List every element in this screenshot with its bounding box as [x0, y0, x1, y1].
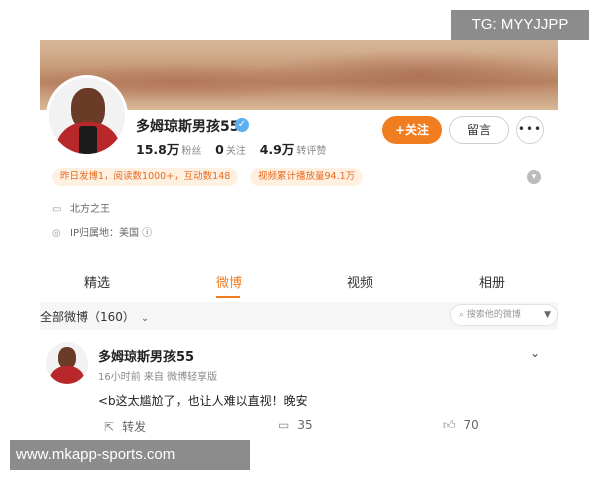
comment-button[interactable]: ▭ 35 [278, 418, 313, 432]
profile-stats: 15.8万 粉丝 0 关注 4.9万 转评赞 [136, 139, 336, 158]
profile-avatar[interactable] [46, 75, 128, 157]
profile-page: 多姆琼斯男孩55 ✓ 15.8万 粉丝 0 关注 4.9万 转评赞 +关注 留言 ••… [40, 40, 558, 440]
search-placeholder: 搜索他的微博 [466, 310, 521, 320]
share-icon: ⇱ [104, 420, 115, 434]
avatar-jersey-stripe [79, 126, 97, 154]
activity-badge[interactable]: 昨日发博1，阅读数1000+，互动数148 [52, 168, 239, 186]
post-author-avatar[interactable] [46, 342, 88, 384]
followers-label: 粉丝 [181, 146, 202, 157]
filter-bar: 全部微博（160） ⌄ ⌕ 搜索他的微博 ▼ [40, 302, 558, 330]
search-posts-input[interactable]: ⌕ 搜索他的微博 ▼ [450, 304, 558, 326]
chevron-down-icon[interactable]: ▾ [527, 170, 541, 184]
check-circle-icon: ✓ [235, 118, 249, 132]
video-views-badge[interactable]: 视频累计播放量94.1万 [250, 168, 364, 186]
tab-weibo[interactable]: 微博 [216, 272, 242, 291]
post-author-name[interactable]: 多姆琼斯男孩55 [98, 346, 194, 365]
repost-button[interactable]: ⇱ 转发 [104, 418, 146, 435]
followers-count[interactable]: 15.8万 [136, 142, 179, 157]
post-actions: ⇱ 转发 ▭ 35 👍︎ 70 [40, 416, 558, 436]
profile-name: 多姆琼斯男孩55 [136, 119, 240, 135]
all-posts-filter[interactable]: 全部微博（160） ⌄ [40, 308, 149, 325]
following-label: 关注 [225, 146, 246, 157]
chevron-down-icon: ⌄ [140, 313, 150, 324]
following-count[interactable]: 0 [215, 142, 224, 157]
all-posts-label: 全部微博（160） [40, 310, 135, 324]
tab-album[interactable]: 相册 [479, 272, 505, 291]
tab-video[interactable]: 视频 [347, 272, 373, 291]
ip-text: IP归属地：美国 ⓘ [70, 228, 153, 239]
like-count: 70 [463, 418, 479, 432]
location-icon: ◎ [52, 228, 61, 239]
more-options-button[interactable]: ••• [516, 116, 544, 144]
active-tab-indicator [216, 296, 240, 298]
caret-down-icon[interactable]: ▼ [544, 305, 551, 325]
post-meta: 16小时前 来自 微博轻享版 [98, 372, 218, 383]
post-text[interactable]: <b这太尴尬了，也让人难以直视！晚安 [98, 392, 308, 409]
profile-card-icon: ▭ [52, 204, 62, 215]
search-icon: ⌕ [459, 310, 467, 320]
comment-icon: ▭ [278, 418, 290, 432]
comment-count: 35 [297, 418, 313, 432]
thumbs-up-icon: 👍︎ [443, 418, 456, 432]
bio-text: 北方之王 [70, 204, 110, 215]
repost-label: 转发 [122, 420, 147, 434]
follow-button[interactable]: +关注 [382, 116, 442, 144]
profile-tabs: 精选 微博 视频 相册 [40, 262, 558, 298]
ip-row: ◎ IP归属地：美国 ⓘ [52, 224, 152, 239]
bio-row: ▭ 北方之王 [52, 200, 110, 215]
message-button[interactable]: 留言 [449, 116, 509, 144]
tab-featured[interactable]: 精选 [84, 272, 110, 291]
avatar-jersey [49, 366, 85, 384]
engagement-count: 4.9万 [259, 142, 295, 157]
engagement-label: 转评赞 [296, 146, 327, 157]
chevron-down-icon[interactable]: ⌄ [530, 346, 540, 360]
watermark-telegram: TG: MYYJJPP [451, 10, 589, 40]
watermark-site: www.mkapp-sports.com [10, 440, 250, 470]
like-button[interactable]: 👍︎ 70 [443, 418, 479, 433]
